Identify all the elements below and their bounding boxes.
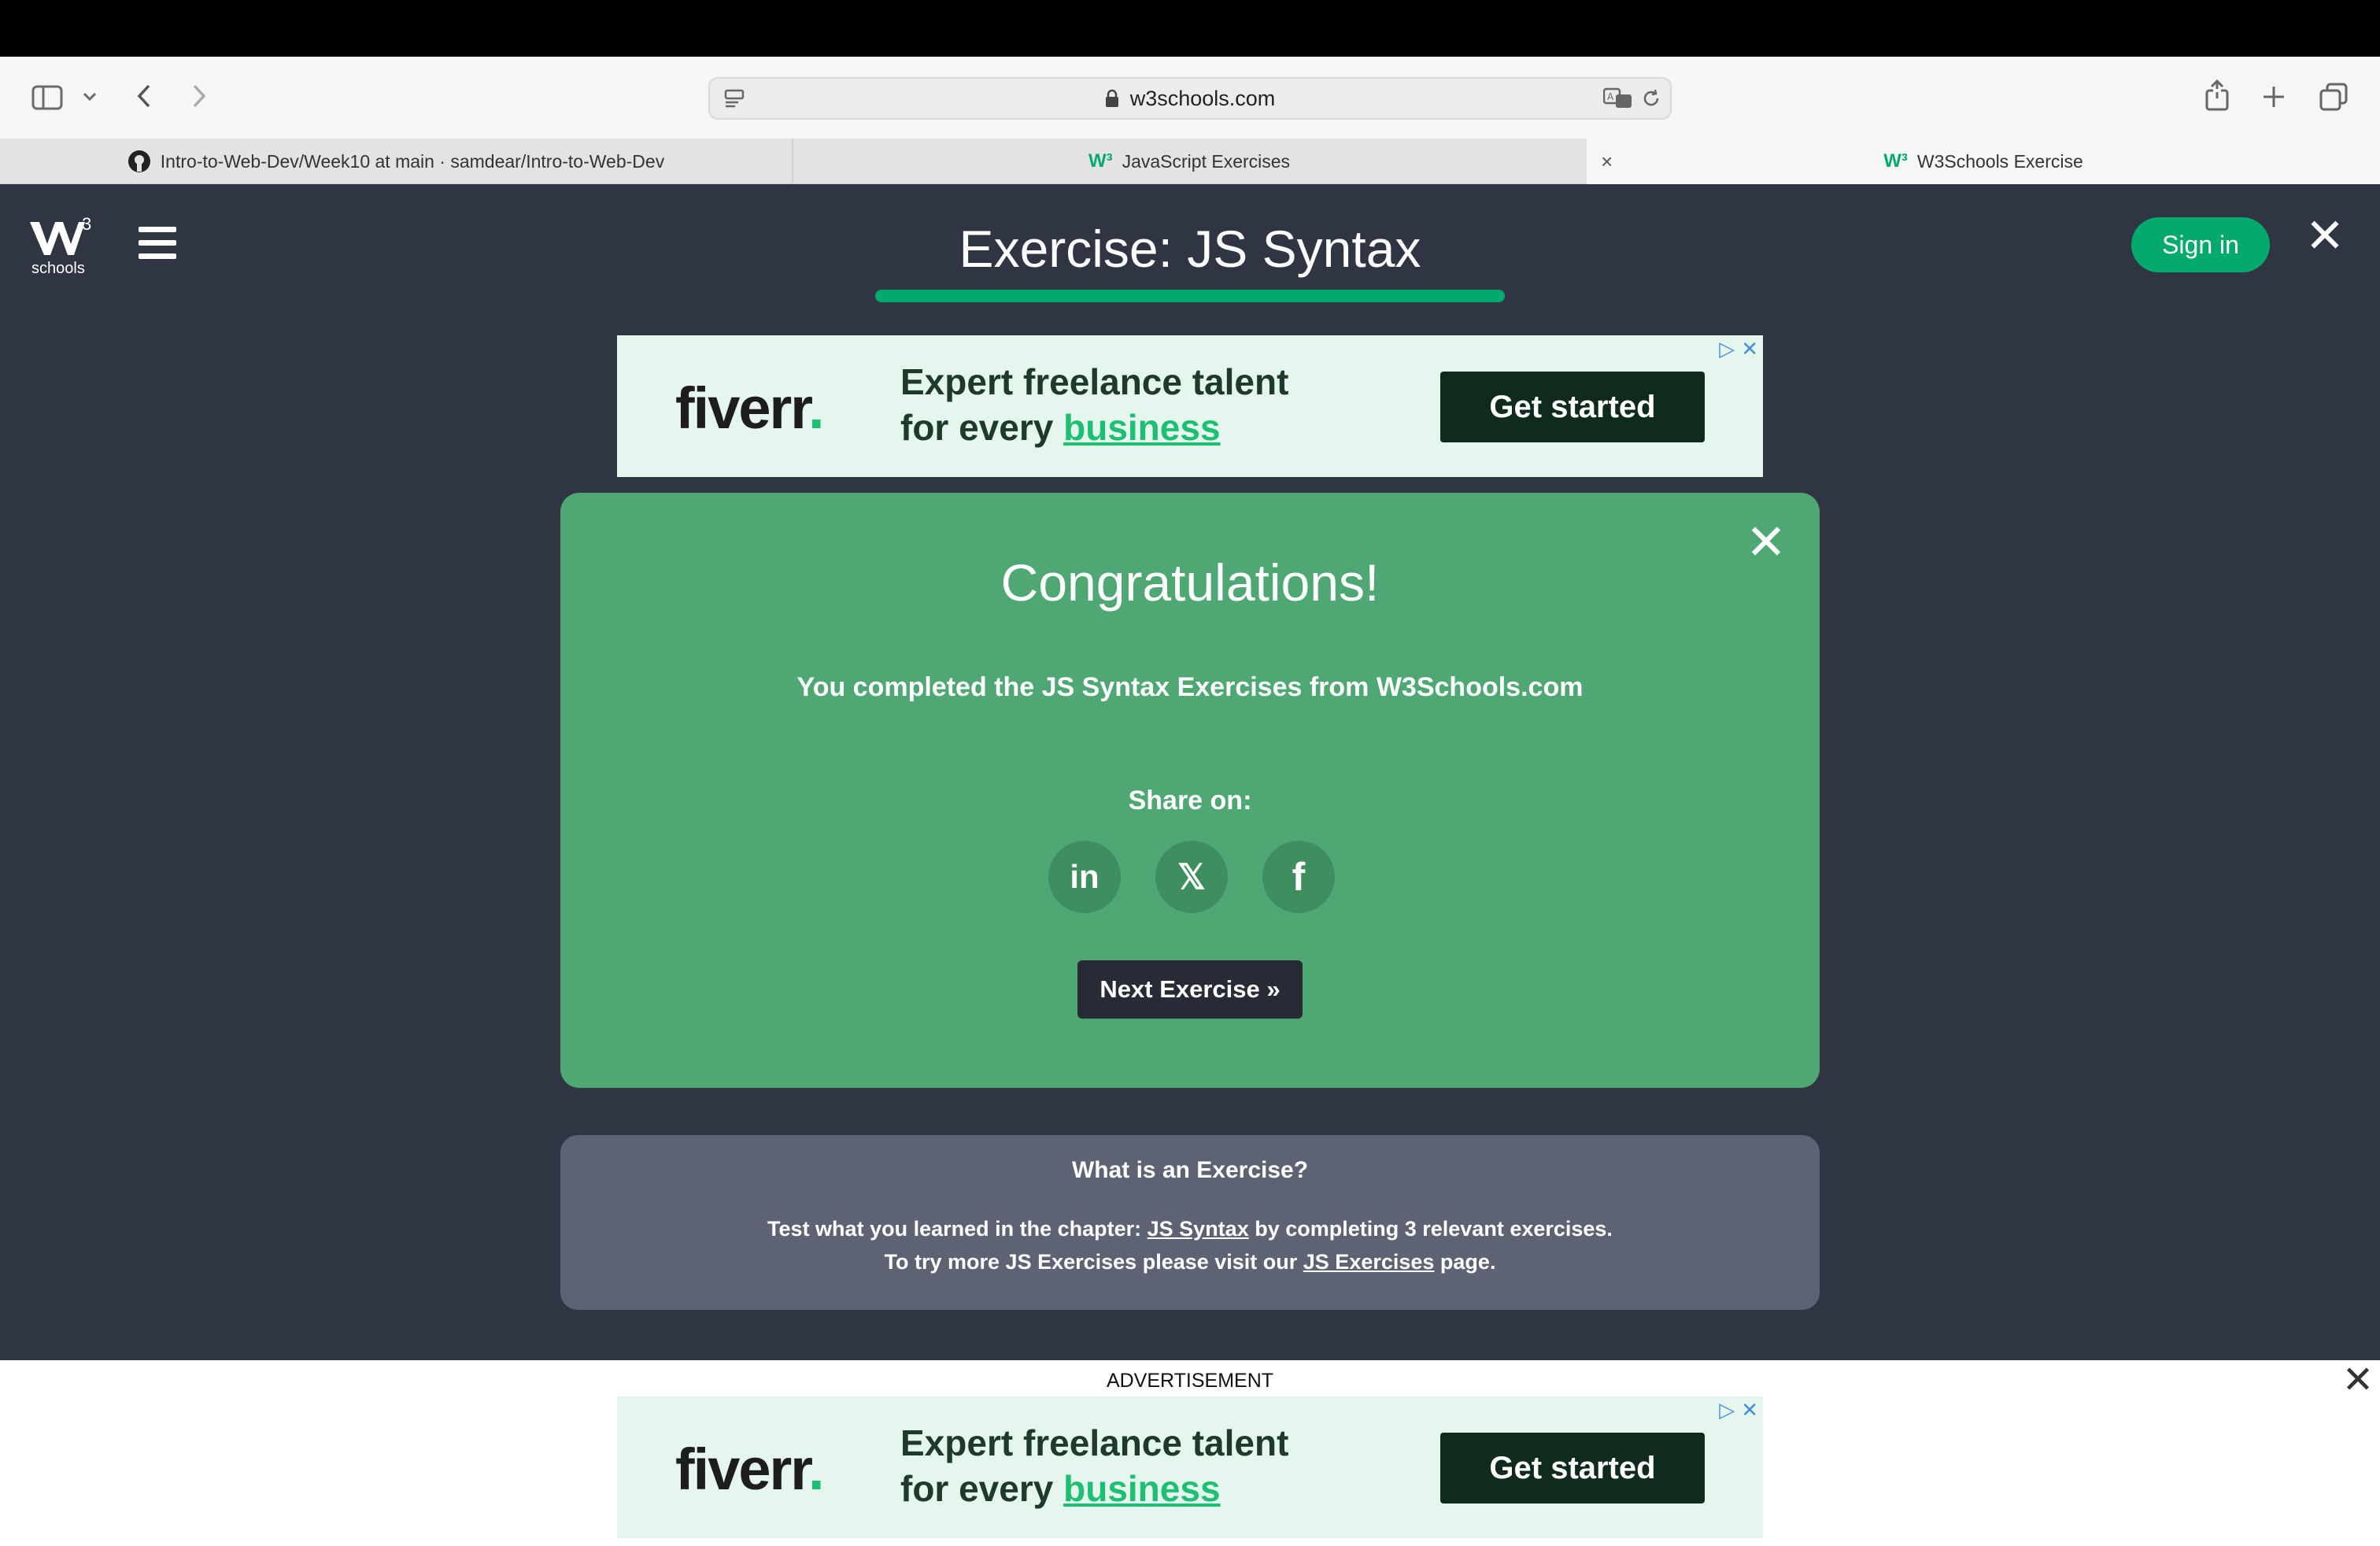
chevron-down-icon[interactable]	[80, 85, 99, 109]
tab-close-icon[interactable]: ×	[1601, 150, 1613, 174]
congratulations-card: ✕ Congratulations! You completed the JS …	[560, 493, 1820, 1088]
share-icon[interactable]	[2201, 76, 2234, 115]
info-line-1: Test what you learned in the chapter: JS…	[767, 1217, 1613, 1241]
page-content: 3 schools Exercise: JS Syntax Sign in ✕ …	[0, 184, 2380, 1360]
info-line-2: To try more JS Exercises please visit ou…	[884, 1250, 1496, 1274]
ad-line-1: Expert freelance talent	[900, 1422, 1289, 1463]
ad-banner-bottom[interactable]: fiverr. Expert freelance talent for ever…	[617, 1396, 1763, 1538]
fiverr-logo: fiverr.	[675, 1437, 825, 1502]
tab-label: JavaScript Exercises	[1122, 150, 1291, 172]
screen-top-bar	[0, 0, 2380, 57]
svg-text:A: A	[1607, 91, 1614, 102]
forward-icon[interactable]	[186, 79, 213, 113]
card-title: Congratulations!	[1000, 553, 1380, 612]
ad-close-icon: ✕	[1741, 1398, 1758, 1422]
tab-label: Intro-to-Web-Dev/Week10 at main · samdea…	[160, 150, 665, 172]
w3schools-favicon-icon: W³	[1088, 150, 1113, 172]
ad-choices[interactable]: ▷ ✕	[1719, 1398, 1758, 1422]
tab-label: W3Schools Exercise	[1916, 150, 2083, 172]
url-text: w3schools.com	[1129, 86, 1276, 110]
reload-icon[interactable]	[1639, 87, 1664, 110]
new-tab-icon[interactable]	[2257, 80, 2290, 113]
w3schools-logo[interactable]: 3 schools	[28, 214, 93, 277]
ad-choices-icon: ▷	[1719, 337, 1735, 361]
back-icon[interactable]	[131, 79, 157, 113]
close-icon[interactable]: ✕	[2304, 213, 2345, 260]
ad-choices[interactable]: ▷ ✕	[1719, 337, 1758, 361]
ad-text: Expert freelance talent for every busine…	[900, 1420, 1288, 1511]
what-is-exercise-box: What is an Exercise? Test what you learn…	[560, 1135, 1820, 1310]
advertisement-label: ADVERTISEMENT	[1106, 1370, 1274, 1392]
browser-toolbar: w3schools.com A	[0, 57, 2380, 139]
ad-line-2: for every business	[900, 1468, 1221, 1509]
ad-line-2: for every business	[900, 407, 1221, 448]
lock-icon	[1105, 89, 1118, 107]
github-icon	[128, 150, 150, 172]
js-exercises-link[interactable]: JS Exercises	[1303, 1250, 1435, 1274]
logo-text: schools	[31, 260, 85, 277]
page-title: Exercise: JS Syntax	[959, 220, 1421, 278]
facebook-icon[interactable]: f	[1262, 841, 1335, 913]
translate-icon[interactable]: A	[1602, 87, 1634, 110]
info-heading: What is an Exercise?	[1071, 1157, 1309, 1183]
js-syntax-link[interactable]: JS Syntax	[1148, 1217, 1249, 1241]
ad-text: Expert freelance talent for every busine…	[900, 359, 1288, 450]
svg-text:3: 3	[82, 216, 91, 234]
bottom-ad-close-icon[interactable]: ✕	[2341, 1362, 2375, 1400]
ad-line-1: Expert freelance talent	[900, 361, 1289, 402]
tab-javascript-exercises[interactable]: W³ JavaScript Exercises	[793, 139, 1585, 184]
tab-github[interactable]: Intro-to-Web-Dev/Week10 at main · samdea…	[0, 139, 792, 184]
title-progress-bar	[875, 290, 1505, 302]
fiverr-logo: fiverr.	[675, 375, 825, 441]
completion-message: You completed the JS Syntax Exercises fr…	[796, 672, 1584, 702]
ad-get-started-button[interactable]: Get started	[1440, 372, 1705, 442]
x-icon[interactable]: 𝕏	[1155, 841, 1228, 913]
sign-in-button[interactable]: Sign in	[2131, 217, 2270, 272]
bottom-ad-area: ADVERTISEMENT ✕ fiverr. Expert freelance…	[0, 1360, 2380, 1546]
menu-hamburger-icon[interactable]	[139, 227, 176, 260]
ad-choices-icon: ▷	[1719, 1398, 1735, 1422]
tab-bar: Intro-to-Web-Dev/Week10 at main · samdea…	[0, 139, 2380, 184]
ad-banner-top[interactable]: fiverr. Expert freelance talent for ever…	[617, 335, 1763, 477]
next-exercise-button[interactable]: Next Exercise »	[1077, 960, 1303, 1019]
w3-logo-icon: 3	[30, 214, 91, 255]
address-bar[interactable]: w3schools.com A	[708, 77, 1672, 120]
linkedin-icon[interactable]: in	[1048, 841, 1121, 913]
share-label: Share on:	[1128, 786, 1252, 816]
ad-get-started-button[interactable]: Get started	[1440, 1433, 1705, 1503]
w3schools-favicon-icon: W³	[1883, 150, 1908, 172]
tab-w3schools-exercise[interactable]: × W³ W3Schools Exercise	[1587, 139, 2380, 184]
share-buttons: in 𝕏 f	[1048, 841, 1335, 913]
sidebar-toggle-icon[interactable]	[30, 80, 65, 115]
tab-overview-icon[interactable]	[2317, 80, 2350, 113]
ad-close-icon: ✕	[1741, 337, 1758, 361]
